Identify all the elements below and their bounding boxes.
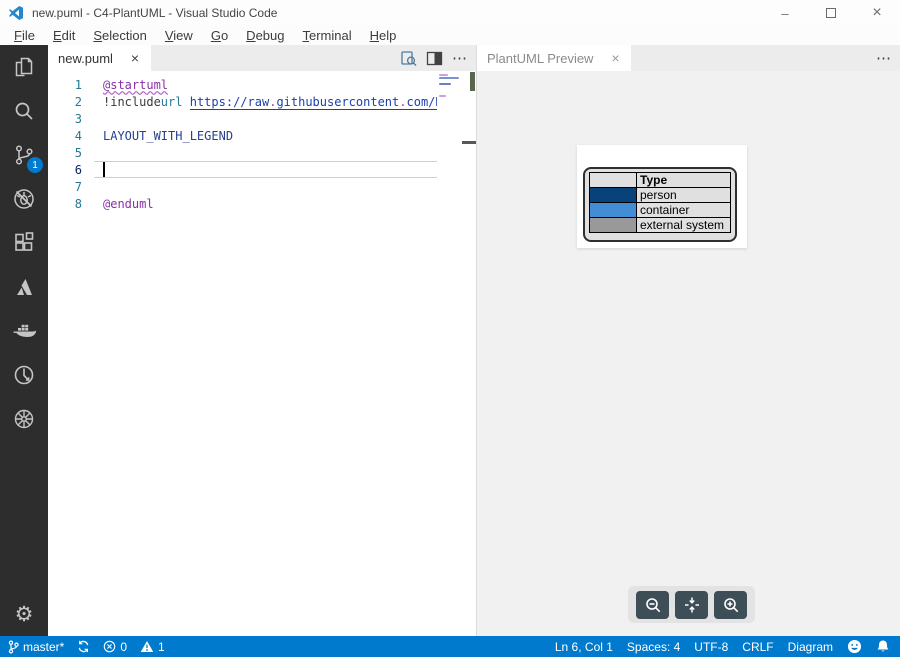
plantuml-preview-pane: Type person container external system (477, 71, 900, 636)
title-bar: new.puml - C4-PlantUML - Visual Studio C… (0, 0, 900, 26)
code-line-5: 5 (48, 144, 437, 161)
editor-tab-strip: new.puml × ⋯ (48, 45, 476, 71)
source-control-badge: 1 (27, 157, 43, 173)
menu-go[interactable]: Go (202, 27, 237, 44)
tab-label: PlantUML Preview (487, 51, 593, 66)
editor-more-actions-icon[interactable]: ⋯ (452, 49, 468, 67)
legend-table: Type person container external system (589, 172, 731, 233)
status-bar: master* 0 1 Ln 6, Col 1 Spaces: 4 UTF-8 … (0, 636, 900, 657)
open-preview-icon[interactable] (400, 50, 417, 67)
window-title: new.puml - C4-PlantUML - Visual Studio C… (32, 6, 277, 20)
error-icon (103, 640, 116, 653)
minimize-button[interactable]: – (762, 0, 808, 26)
legend-row-external-system: external system (590, 218, 731, 233)
smiley-icon (847, 639, 862, 654)
code-line-7: 7 (48, 178, 437, 195)
menu-bar: File Edit Selection View Go Debug Termin… (0, 26, 900, 45)
container-color-swatch (590, 203, 637, 218)
include-url-link: https://raw.githubusercontent.com/Ric. (190, 95, 437, 110)
maximize-button[interactable] (808, 0, 854, 26)
split-editor-icon[interactable] (426, 51, 443, 66)
code-area: 1 @startuml 2 !includeurl https://raw.gi… (48, 71, 437, 636)
external-system-color-swatch (590, 218, 637, 233)
overview-ruler-marker (470, 72, 475, 91)
git-branch-icon (8, 640, 19, 654)
docker-icon[interactable] (0, 309, 48, 353)
source-control-icon[interactable]: 1 (0, 133, 48, 177)
feedback-button[interactable] (847, 639, 862, 654)
indentation[interactable]: Spaces: 4 (627, 640, 680, 654)
legend-row-person: person (590, 188, 731, 203)
menu-file[interactable]: File (5, 27, 44, 44)
menu-debug[interactable]: Debug (237, 27, 293, 44)
legend-header-swatch (590, 173, 637, 188)
menu-terminal[interactable]: Terminal (293, 27, 360, 44)
vscode-logo-icon (8, 5, 24, 21)
circle-arrow-icon[interactable] (0, 353, 48, 397)
sync-button[interactable] (77, 640, 90, 653)
azure-icon[interactable] (0, 265, 48, 309)
menu-edit[interactable]: Edit (44, 27, 84, 44)
tab-plantuml-preview[interactable]: PlantUML Preview × (477, 45, 631, 71)
minimap[interactable] (437, 71, 461, 636)
minimap-line (439, 77, 459, 79)
zoom-toolbar (628, 586, 755, 623)
minimap-line (439, 95, 446, 97)
preview-tab-strip: PlantUML Preview × ⋯ (477, 45, 900, 71)
overview-ruler-cursor-marker (462, 141, 476, 144)
person-color-swatch (590, 188, 637, 203)
encoding[interactable]: UTF-8 (694, 640, 728, 654)
legend-header-row: Type (590, 173, 731, 188)
extensions-icon[interactable] (0, 221, 48, 265)
notifications-button[interactable] (876, 639, 890, 654)
fit-to-window-icon (683, 596, 701, 614)
legend-header-label: Type (637, 173, 731, 188)
minimap-line (439, 74, 448, 76)
language-mode[interactable]: Diagram (788, 640, 833, 654)
tab-close-icon[interactable]: × (127, 50, 143, 66)
menu-help[interactable]: Help (361, 27, 406, 44)
code-line-3: 3 (48, 110, 437, 127)
code-editor[interactable]: 1 @startuml 2 !includeurl https://raw.gi… (48, 71, 476, 636)
search-icon[interactable] (0, 89, 48, 133)
manage-gear-icon[interactable]: ⚙ (0, 592, 48, 636)
warning-count[interactable]: 1 (140, 640, 165, 654)
tab-close-icon[interactable]: × (607, 50, 623, 66)
warning-icon (140, 640, 154, 653)
activity-bar: 1 ⚙ (0, 45, 48, 636)
maximize-icon (826, 8, 836, 18)
debug-icon[interactable] (0, 177, 48, 221)
preview-more-actions-icon[interactable]: ⋯ (876, 49, 892, 67)
bell-icon (876, 639, 890, 654)
text-cursor (103, 162, 105, 177)
git-branch-status[interactable]: master* (8, 640, 64, 654)
zoom-out-button[interactable] (636, 591, 669, 619)
tab-new-puml[interactable]: new.puml × (48, 45, 151, 71)
fit-to-window-button[interactable] (675, 591, 708, 619)
eol-sequence[interactable]: CRLF (742, 640, 773, 654)
menu-view[interactable]: View (156, 27, 202, 44)
code-line-1: 1 @startuml (48, 76, 437, 93)
legend-row-container: container (590, 203, 731, 218)
minimap-line (439, 83, 451, 85)
code-line-6: 6 (48, 161, 437, 178)
code-line-4: 4 LAYOUT_WITH_LEGEND (48, 127, 437, 144)
zoom-in-icon (722, 596, 740, 614)
close-button[interactable]: × (854, 0, 900, 26)
zoom-in-button[interactable] (714, 591, 747, 619)
sync-icon (77, 640, 90, 653)
kubernetes-icon[interactable] (0, 397, 48, 441)
menu-selection[interactable]: Selection (84, 27, 155, 44)
error-count[interactable]: 0 (103, 640, 127, 654)
code-line-2: 2 !includeurl https://raw.githubusercont… (48, 93, 437, 110)
explorer-icon[interactable] (0, 45, 48, 89)
cursor-position[interactable]: Ln 6, Col 1 (555, 640, 613, 654)
code-line-8: 8 @enduml (48, 195, 437, 212)
tab-label: new.puml (58, 51, 113, 66)
zoom-out-icon (644, 596, 662, 614)
